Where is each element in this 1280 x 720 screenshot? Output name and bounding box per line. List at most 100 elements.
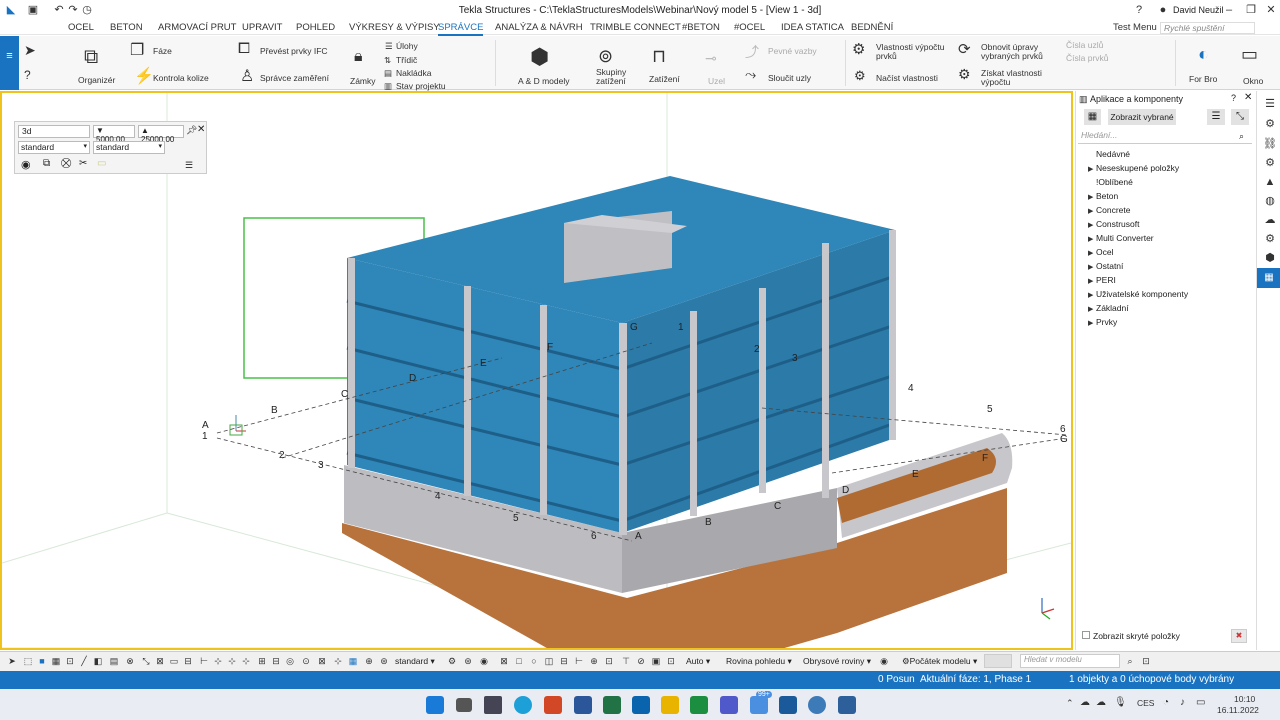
start-icon[interactable] <box>426 696 444 714</box>
tree-item[interactable]: ▶ Multi Converter <box>1088 233 1154 243</box>
snap-icon-14[interactable]: ⊹ <box>332 655 344 667</box>
lock-icon[interactable]: 🔒︎ <box>354 48 363 66</box>
model-search-icon[interactable]: ⌕ <box>1124 655 1136 667</box>
side-gear-icon[interactable]: ⚙ <box>1263 232 1277 246</box>
snap-icon-11[interactable]: ◎ <box>284 655 296 667</box>
list-menu-icon[interactable]: ☰ <box>1207 109 1225 125</box>
organizer-icon[interactable]: ⧉ <box>84 46 98 69</box>
select-points-icon[interactable]: ⊡ <box>64 655 76 667</box>
side-link-icon[interactable]: ⛓ <box>1263 137 1277 151</box>
project-status-label[interactable]: Stav projektu <box>396 81 446 91</box>
menu-trimble[interactable]: TRIMBLE CONNECT <box>590 22 681 33</box>
select-all-icon[interactable]: ⬚ <box>22 655 34 667</box>
node-label[interactable]: Uzel <box>708 76 725 86</box>
snap-icon-4[interactable]: ⊟ <box>182 655 194 667</box>
menu-hash-ocel[interactable]: #OCEL <box>734 22 765 33</box>
maximize-icon[interactable]: ❐ <box>1244 3 1258 17</box>
side-cube-icon[interactable]: ⬢ <box>1263 251 1277 265</box>
filter-select[interactable]: standard ▾ <box>395 656 435 667</box>
model-search-input[interactable]: Hledat v modelu <box>1020 654 1120 668</box>
get-properties-label-2[interactable]: výpočtu <box>981 77 1010 87</box>
snap-nearest-icon[interactable]: ⊘ <box>635 655 647 667</box>
expand-arrow-icon[interactable]: ▶ <box>1088 193 1096 201</box>
panel-close-icon[interactable]: ✕ <box>197 124 205 135</box>
outline-planes-select[interactable]: Obrysové roviny ▾ <box>803 656 871 667</box>
snap-extension-icon[interactable]: ⊡ <box>665 655 677 667</box>
language-indicator[interactable]: CES <box>1137 698 1154 708</box>
expand-arrow-icon[interactable]: ▶ <box>1088 235 1096 243</box>
clash-check-icon[interactable]: ⚡ <box>134 66 154 86</box>
ifc-convert-label[interactable]: Převést prvky IFC <box>260 46 328 56</box>
tasks-label[interactable]: Úlohy <box>396 41 418 51</box>
tree-item[interactable]: ▶ Beton <box>1088 191 1118 201</box>
teams-icon[interactable] <box>720 696 738 714</box>
close-icon[interactable]: ✕ <box>1264 3 1278 17</box>
loads-icon[interactable]: ⊓ <box>652 46 666 67</box>
tree-item[interactable]: ▶ Uživatelské komponenty <box>1088 289 1188 299</box>
analysis-properties-label-2[interactable]: prvků <box>876 51 897 61</box>
ad-models-label[interactable]: A & D modely <box>518 76 570 86</box>
node-icon[interactable]: ⊸ <box>705 50 717 67</box>
menu-vykresy[interactable]: VÝKRESY & VÝPISY <box>349 22 440 33</box>
clash-check-label[interactable]: Kontrola kolize <box>153 73 209 83</box>
snap-point-icon[interactable]: ⊠ <box>498 655 510 667</box>
side-globe-icon[interactable]: ◍ <box>1263 194 1277 208</box>
onedrive-icon[interactable]: ☁ <box>1080 697 1090 708</box>
cut-icon[interactable]: ✂ <box>79 158 87 169</box>
snap-icon-6[interactable]: ⊹ <box>212 655 224 667</box>
expand-arrow-icon[interactable]: ▶ <box>1088 249 1096 257</box>
expand-arrow-icon[interactable]: ▶ <box>1088 207 1096 215</box>
side-hat-icon[interactable]: ▲ <box>1263 175 1277 189</box>
snap-icon-3[interactable]: ▭ <box>168 655 180 667</box>
menu-pohled[interactable]: POHLED <box>296 22 335 33</box>
snap-free-icon[interactable]: ⊡ <box>603 655 615 667</box>
user-name[interactable]: David Neužil <box>1173 5 1224 15</box>
view-plane-select[interactable]: Rovina pohledu ▾ <box>726 656 792 667</box>
organizer-label[interactable]: Organizér <box>78 75 115 85</box>
snap-icon-8[interactable]: ⊹ <box>240 655 252 667</box>
locks-label[interactable]: Zámky <box>350 76 376 86</box>
copy-icon[interactable]: ⧉ <box>43 158 50 169</box>
select-components-icon[interactable]: ▤ <box>108 655 120 667</box>
snap-edge-icon[interactable]: ⊢ <box>573 655 585 667</box>
snap-midpoint-icon[interactable]: ◫ <box>543 655 555 667</box>
tree-item[interactable]: ▶ Prvky <box>1088 317 1117 327</box>
survey-icon[interactable]: ♙ <box>240 66 254 86</box>
filter-icon[interactable]: ⛒ <box>61 158 71 169</box>
rigid-links-icon[interactable]: ⤴ <box>745 42 759 62</box>
tree-item[interactable]: ▶ Construsoft <box>1088 219 1139 229</box>
phase-label[interactable]: Fáze <box>153 46 172 56</box>
ifc-convert-icon[interactable]: ⧠ <box>238 40 250 57</box>
menu-idea-statica[interactable]: IDEA STATICA <box>781 22 844 33</box>
member-numbers-label[interactable]: Čísla prvků <box>1066 53 1109 63</box>
model-3d-view[interactable] <box>2 93 1071 648</box>
loads-label[interactable]: Zatížení <box>649 74 680 84</box>
tree-item[interactable]: ▶ Concrete <box>1088 205 1131 215</box>
expand-arrow-icon[interactable]: ▶ <box>1088 277 1096 285</box>
menu-bedneni[interactable]: BEDNĚNÍ <box>851 22 893 33</box>
snap-icon-7[interactable]: ⊹ <box>226 655 238 667</box>
snap-icon-10[interactable]: ⊟ <box>270 655 282 667</box>
snap-icon-15[interactable]: ▦ <box>347 655 359 667</box>
select-bolts-icon[interactable]: ⊗ <box>124 655 136 667</box>
filter-icon-2[interactable]: ⊛ <box>462 655 474 667</box>
outlook-icon[interactable] <box>632 696 650 714</box>
chat-icon[interactable] <box>750 696 768 714</box>
ad-models-icon[interactable]: ⬢ <box>530 44 549 70</box>
menu-hash-beton[interactable]: #BETON <box>682 22 720 33</box>
load-properties-icon[interactable]: ⚙ <box>854 68 866 84</box>
load-groups-icon[interactable]: ⊚ <box>598 46 613 67</box>
snap-icon-5[interactable]: ⊢ <box>198 655 210 667</box>
node-numbers-label[interactable]: Čísla uzlů <box>1066 40 1103 50</box>
tekla-alt-icon[interactable] <box>808 696 826 714</box>
view-bottom-input[interactable]: ▼ 5000.00 <box>93 125 135 144</box>
tekla-task-icon[interactable] <box>779 696 797 714</box>
tree-item[interactable]: ▶ Základní <box>1088 303 1129 313</box>
task-view-icon[interactable] <box>456 698 472 712</box>
view-rep-select[interactable]: standard ▾ <box>93 141 165 154</box>
select-grid-icon[interactable]: ▦ <box>50 655 62 667</box>
loading-label[interactable]: Nakládka <box>396 68 431 78</box>
panel-close-icon[interactable]: ✕ <box>1244 92 1252 103</box>
survey-label[interactable]: Správce zaměření <box>260 73 329 83</box>
side-settings-icon[interactable]: ⚙ <box>1263 117 1277 131</box>
